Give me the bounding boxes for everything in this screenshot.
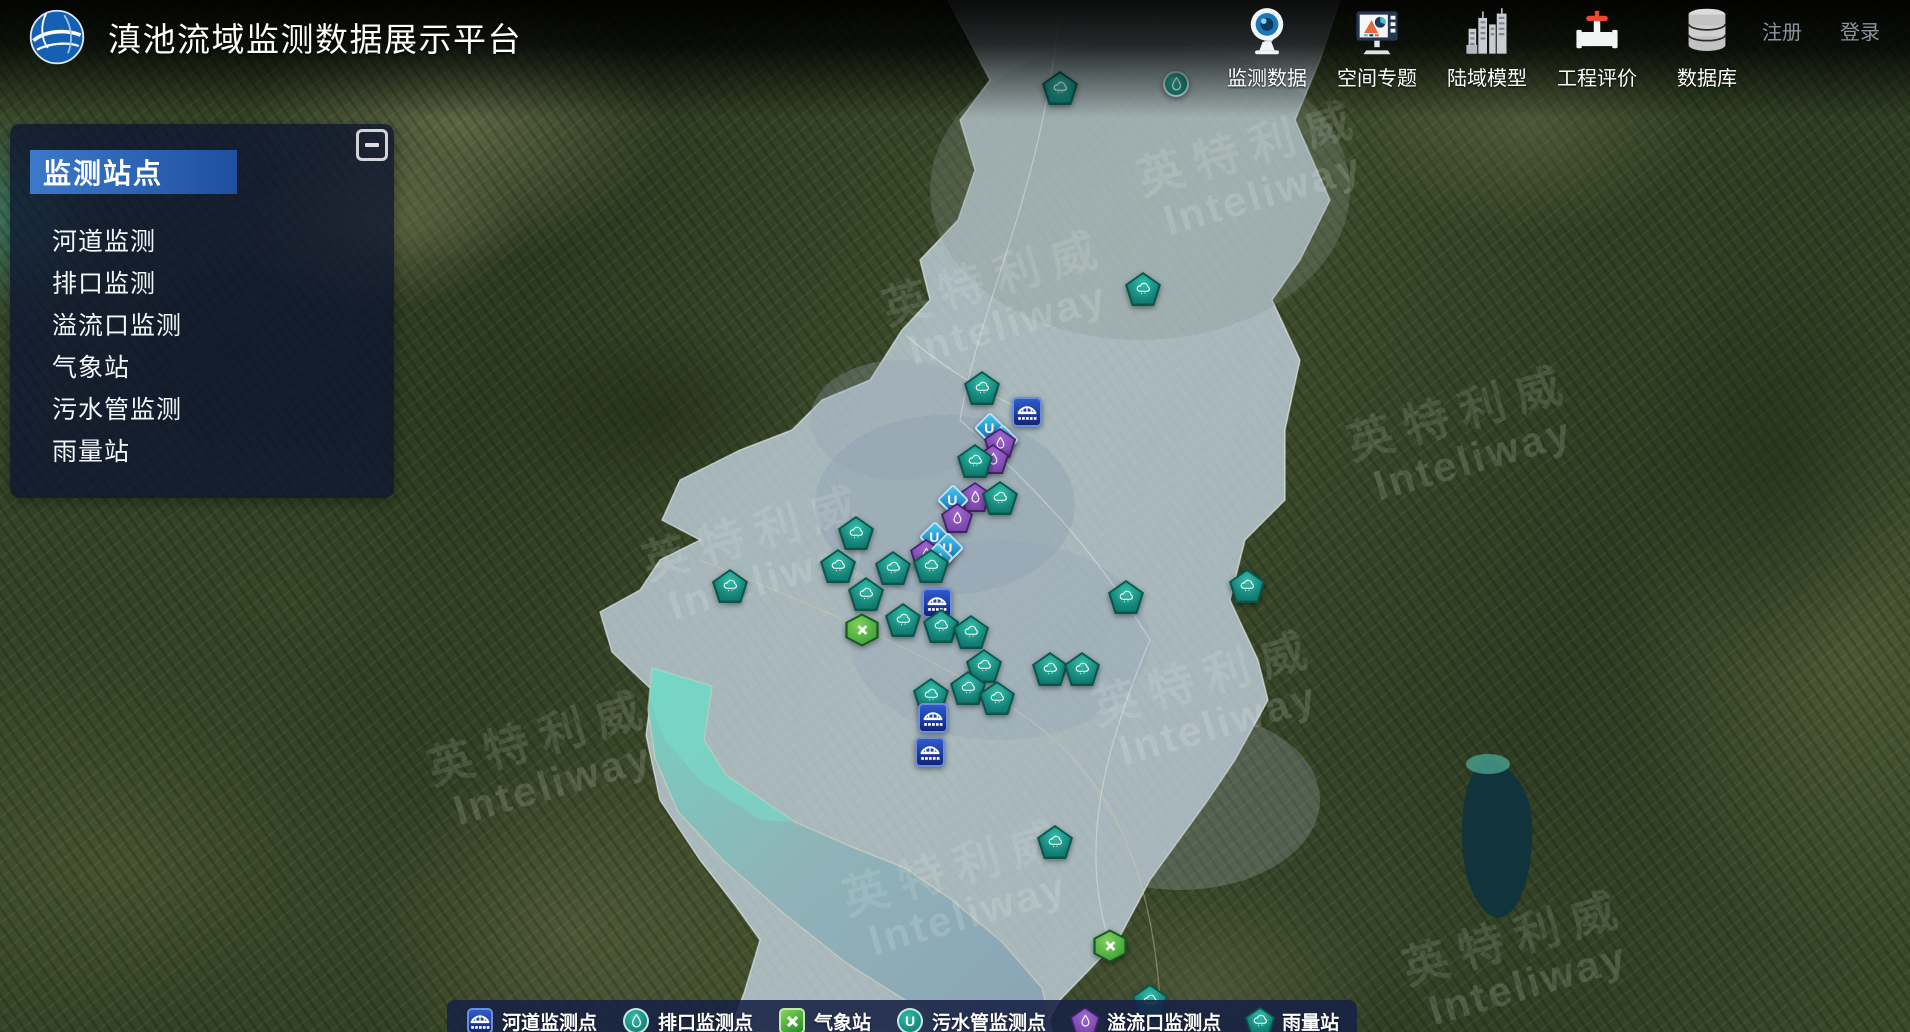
legend-item-overflow[interactable]: 溢流口监测点 (1070, 1007, 1221, 1032)
register-link[interactable]: 注册 (1762, 16, 1802, 45)
sidebar-item-outlet-monitoring[interactable]: 排口监测 (52, 263, 182, 305)
yangzonghai-lake (1462, 758, 1532, 918)
rain-marker[interactable] (953, 615, 989, 649)
rain-marker[interactable] (964, 371, 1000, 405)
panel-header: 监测站点 (30, 150, 237, 194)
rain-marker[interactable] (838, 516, 874, 550)
nav-label: 数据库 (1677, 62, 1737, 91)
weather-marker[interactable] (844, 614, 880, 647)
rain-marker[interactable] (848, 577, 884, 611)
rain-marker[interactable] (1037, 825, 1073, 859)
rain-marker[interactable] (1108, 580, 1144, 614)
login-link[interactable]: 登录 (1840, 16, 1880, 45)
legend-item-river[interactable]: 河道监测点 (465, 1007, 597, 1032)
auth-links: 注册 登录 (1762, 16, 1880, 45)
nav-label: 工程评价 (1557, 62, 1637, 91)
map-legend: 河道监测点 排口监测点 气象站 U 污水管监测点 溢流口监测点 雨量站 (447, 1000, 1357, 1032)
main-nav: 监测数据 空间专题 (1212, 6, 1762, 91)
nav-label: 监测数据 (1227, 62, 1307, 91)
sidebar-item-rain-gauge[interactable]: 雨量站 (52, 431, 182, 473)
brand: 滇池流域监测数据展示平台 (28, 8, 522, 66)
sidebar-item-sewage-monitoring[interactable]: 污水管监测 (52, 389, 182, 431)
legend-item-outlet[interactable]: 排口监测点 (621, 1007, 753, 1032)
nav-item-spatial-theme[interactable]: 空间专题 (1322, 6, 1432, 91)
rain-marker[interactable] (1125, 272, 1161, 306)
collapse-panel-button[interactable] (356, 129, 388, 161)
overflow-point-icon (1070, 1007, 1100, 1032)
legend-item-weather[interactable]: 气象站 (777, 1007, 871, 1032)
river-marker[interactable] (1012, 397, 1042, 427)
city-buildings-icon (1461, 6, 1513, 58)
rain-marker[interactable] (712, 569, 748, 603)
pipe-valve-icon (1571, 6, 1623, 58)
outlet-marker[interactable] (1163, 71, 1189, 97)
platform-logo (28, 8, 86, 66)
rain-marker[interactable] (1064, 652, 1100, 686)
rain-marker[interactable] (885, 603, 921, 637)
nav-item-land-model[interactable]: 陆域模型 (1432, 6, 1542, 91)
nav-label: 空间专题 (1337, 62, 1417, 91)
webcam-icon (1241, 6, 1293, 58)
nav-item-monitoring-data[interactable]: 监测数据 (1212, 6, 1322, 91)
database-icon (1681, 6, 1733, 58)
river-marker[interactable] (918, 703, 948, 733)
sewage-pipe-point-icon: U (895, 1007, 925, 1032)
weather-station-icon (777, 1007, 807, 1032)
rain-marker[interactable] (982, 481, 1018, 515)
rain-marker[interactable] (957, 444, 993, 478)
rain-marker[interactable] (1042, 71, 1078, 105)
legend-item-sewage[interactable]: U 污水管监测点 (895, 1007, 1046, 1032)
rain-marker[interactable] (1229, 569, 1265, 603)
river-monitoring-point-icon (465, 1007, 495, 1032)
sidebar-item-river-monitoring[interactable]: 河道监测 (52, 221, 182, 263)
rain-marker[interactable] (1032, 652, 1068, 686)
rain-gauge-icon (1245, 1007, 1275, 1032)
nav-item-project-evaluation[interactable]: 工程评价 (1542, 6, 1652, 91)
panel-title: 监测站点 (43, 152, 163, 192)
nav-item-database[interactable]: 数据库 (1652, 6, 1762, 91)
station-type-list: 河道监测 排口监测 溢流口监测 气象站 污水管监测 雨量站 (52, 221, 182, 473)
page-title: 滇池流域监测数据展示平台 (108, 13, 522, 61)
monitoring-stations-panel: 监测站点 河道监测 排口监测 溢流口监测 气象站 污水管监测 雨量站 (10, 124, 394, 498)
nav-label: 陆域模型 (1447, 62, 1527, 91)
rain-marker[interactable] (913, 549, 949, 583)
monitor-chart-icon (1351, 6, 1403, 58)
sidebar-item-overflow-monitoring[interactable]: 溢流口监测 (52, 305, 182, 347)
minus-icon (365, 143, 379, 147)
weather-marker[interactable] (1092, 930, 1128, 963)
sidebar-item-weather-station[interactable]: 气象站 (52, 347, 182, 389)
outlet-monitoring-point-icon (621, 1007, 651, 1032)
rain-marker[interactable] (979, 681, 1015, 715)
river-marker[interactable] (915, 737, 945, 767)
legend-item-rain[interactable]: 雨量站 (1245, 1007, 1339, 1032)
